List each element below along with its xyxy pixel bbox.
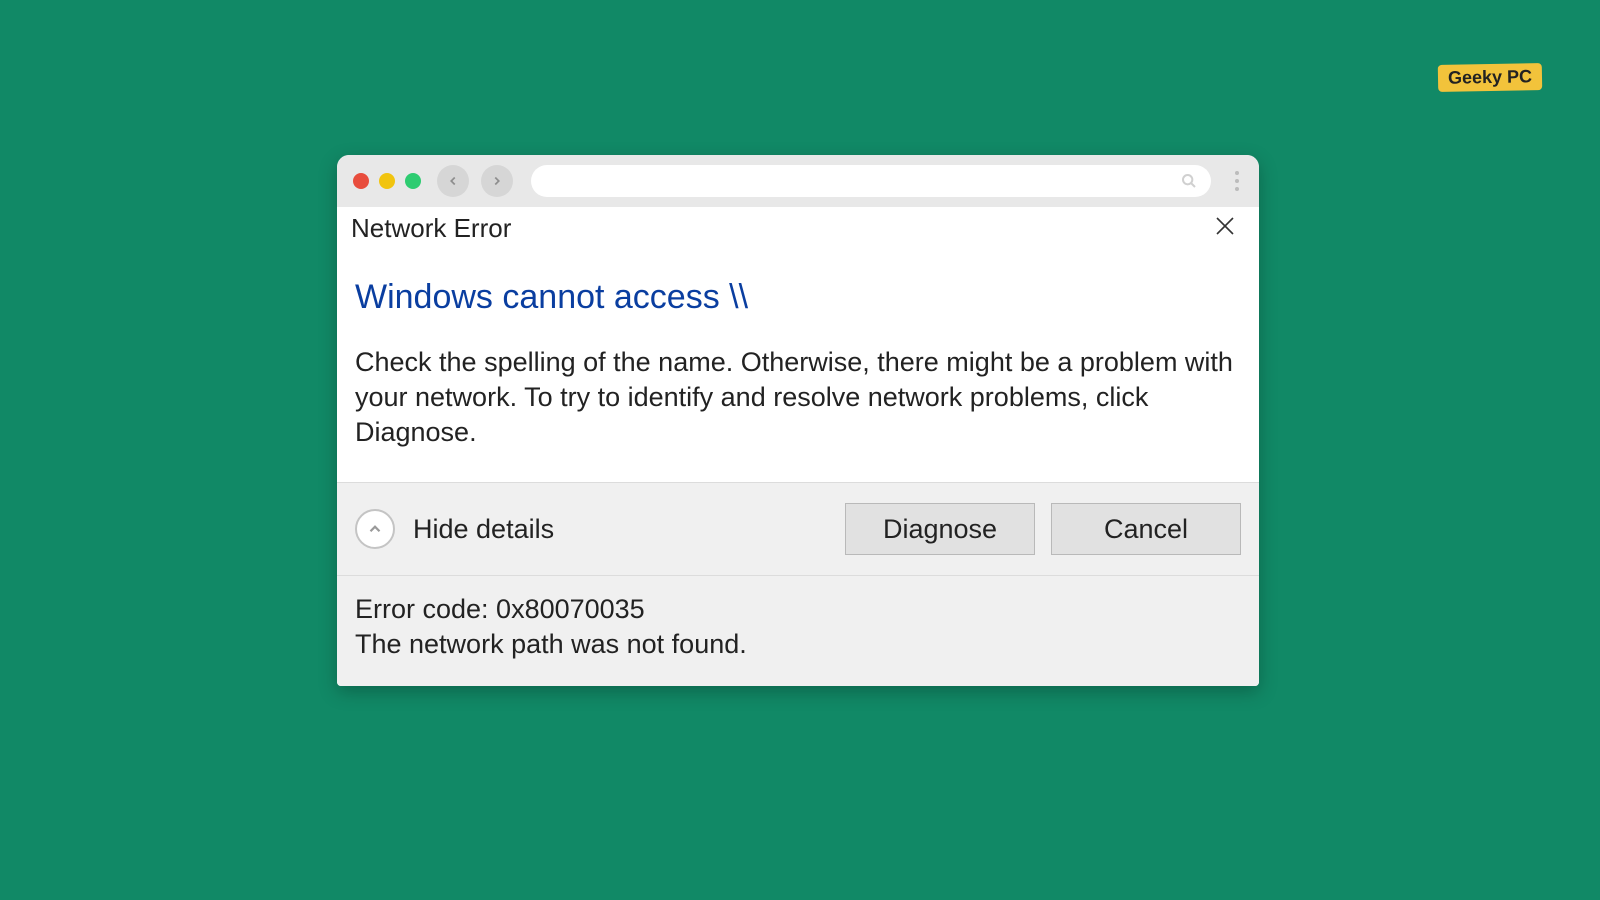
close-button[interactable] [1205,214,1245,244]
browser-window: Network Error Windows cannot access \\ C… [337,155,1259,686]
close-dot-icon[interactable] [353,173,369,189]
minimize-dot-icon[interactable] [379,173,395,189]
watermark-badge: Geeky PC [1438,63,1543,92]
arrow-left-icon [446,174,460,188]
diagnose-button[interactable]: Diagnose [845,503,1035,555]
maximize-dot-icon[interactable] [405,173,421,189]
nav-back-button[interactable] [437,165,469,197]
address-bar[interactable] [531,165,1211,197]
close-icon [1213,214,1237,238]
dialog-actions-bar: Hide details Diagnose Cancel [337,482,1259,576]
toggle-details-label: Hide details [413,514,829,545]
watermark-label: Geeky PC [1448,66,1532,87]
toggle-details-button[interactable] [355,509,395,549]
arrow-right-icon [490,174,504,188]
dialog-body-text: Check the spelling of the name. Otherwis… [355,345,1241,450]
chevron-up-icon [366,520,384,538]
cancel-button-label: Cancel [1104,514,1188,545]
error-message-line: The network path was not found. [355,627,1241,662]
search-icon [1181,173,1197,189]
dialog-titlebar: Network Error [337,207,1259,248]
cancel-button[interactable]: Cancel [1051,503,1241,555]
nav-forward-button[interactable] [481,165,513,197]
dialog-title: Network Error [351,213,511,244]
traffic-lights [353,173,421,189]
overflow-menu-icon[interactable] [1231,171,1243,191]
browser-chrome-bar [337,155,1259,207]
diagnose-button-label: Diagnose [883,514,997,545]
details-panel: Error code: 0x80070035 The network path … [337,576,1259,686]
error-code-line: Error code: 0x80070035 [355,592,1241,627]
dialog-content: Windows cannot access \\ Check the spell… [337,248,1259,482]
dialog-headline: Windows cannot access \\ [355,278,1241,317]
